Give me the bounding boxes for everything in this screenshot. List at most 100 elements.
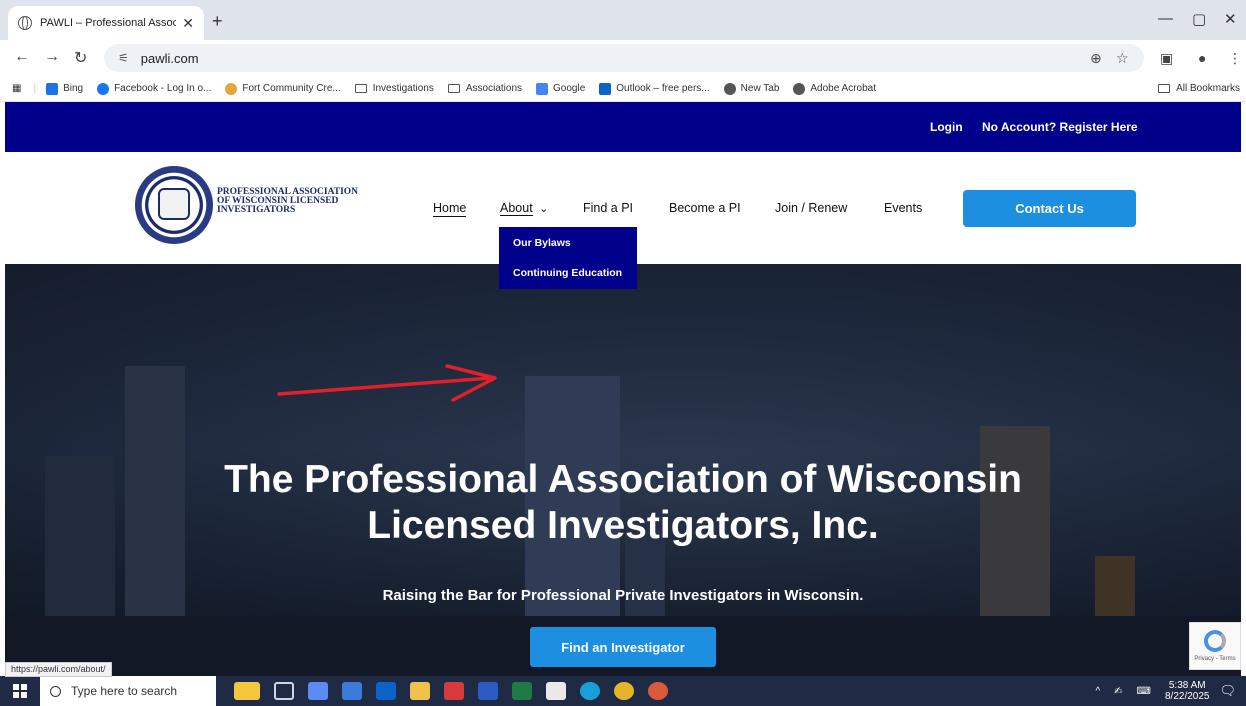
windows-start-icon[interactable]: [13, 684, 27, 698]
site-top-bar: Login No Account? Register Here: [5, 102, 1241, 152]
nav-join-renew[interactable]: Join / Renew: [775, 201, 847, 215]
search-icon: [50, 685, 61, 697]
outlook-taskbar-icon[interactable]: [376, 682, 396, 700]
bookmark-item[interactable]: New Tab: [723, 82, 780, 95]
bookmark-label: Fort Community Cre...: [242, 83, 341, 94]
word-icon[interactable]: [478, 682, 498, 700]
hero-title: The Professional Association of Wisconsi…: [5, 457, 1241, 549]
red-annotation-arrow-icon: [277, 364, 497, 402]
bookmark-item[interactable]: Facebook - Log In o...: [97, 82, 211, 95]
browser-tab[interactable]: PAWLI – Professional Associatio ✕: [8, 6, 204, 40]
recaptcha-terms[interactable]: Privacy - Terms: [1194, 656, 1235, 662]
bookmark-item[interactable]: Outlook – free pers...: [599, 82, 710, 95]
globe-icon: [793, 82, 806, 95]
site-info-icon[interactable]: ⚟: [118, 51, 129, 65]
taskbar-search-placeholder: Type here to search: [71, 684, 178, 698]
taskbar-clock[interactable]: 5:38 AM 8/22/2025: [1165, 680, 1210, 702]
nav-home[interactable]: Home: [433, 201, 467, 217]
browser-toolbar: ← → ↻ ⚟ pawli.com ⊕ ☆ ▣ ● ⋮: [0, 40, 1246, 76]
chrome-icon[interactable]: [614, 682, 634, 700]
reload-icon[interactable]: ↻: [74, 48, 87, 68]
nav-find-pi[interactable]: Find a PI: [583, 201, 633, 215]
bookmark-item[interactable]: Bing: [46, 82, 84, 95]
bookmark-item[interactable]: Adobe Acrobat: [793, 82, 876, 95]
zoom-icon[interactable]: ⊕: [1090, 50, 1102, 67]
hero-subtitle: Raising the Bar for Professional Private…: [382, 587, 864, 604]
forward-icon[interactable]: →: [44, 48, 60, 66]
tray-chevron-up-icon[interactable]: ^: [1095, 686, 1100, 697]
status-bar-url: https://pawli.com/about/: [5, 662, 112, 677]
back-icon[interactable]: ←: [14, 48, 30, 66]
chrome-profile-icon[interactable]: [648, 682, 668, 700]
org-name[interactable]: PROFESSIONAL ASSOCIATION OF WISCONSIN LI…: [217, 187, 358, 215]
red-app-icon[interactable]: [444, 682, 464, 700]
menu-kebab-icon[interactable]: ⋮: [1228, 50, 1242, 67]
folder-icon: [1158, 84, 1171, 93]
find-investigator-button[interactable]: Find an Investigator: [530, 627, 716, 667]
dropdown-item-bylaws[interactable]: Our Bylaws: [513, 237, 571, 249]
dropdown-item-continuing-education[interactable]: Continuing Education: [513, 267, 622, 279]
keyboard-icon[interactable]: ⌨: [1137, 686, 1151, 697]
bookmark-label: Bing: [63, 83, 84, 94]
login-link[interactable]: Login: [930, 120, 963, 134]
profile-avatar[interactable]: ●: [1198, 50, 1206, 66]
globe-icon: [723, 82, 736, 95]
bookmark-list: Bing Facebook - Log In o... Fort Community…: [46, 82, 890, 95]
bookmark-item[interactable]: Investigations: [354, 83, 434, 94]
pawli-seal-logo[interactable]: [135, 166, 213, 244]
acrobat-icon[interactable]: [546, 682, 566, 700]
task-view-icon[interactable]: [274, 682, 294, 700]
clock-time: 5:38 AM: [1168, 680, 1206, 691]
hero-title-line: The Professional Association of Wisconsi…: [224, 458, 1022, 501]
copilot-app-icon[interactable]: [308, 682, 328, 700]
address-bar[interactable]: ⚟ pawli.com: [104, 44, 1144, 72]
contact-us-button[interactable]: Contact Us: [963, 190, 1136, 227]
chevron-down-icon: ⌄: [539, 203, 549, 215]
bookmark-item[interactable]: Fort Community Cre...: [225, 82, 341, 95]
url-text: pawli.com: [140, 50, 199, 66]
bookmark-separator: |: [33, 83, 37, 94]
bookmark-item[interactable]: Associations: [447, 83, 523, 94]
hero-title-line: Licensed Investigators, Inc.: [367, 504, 879, 547]
hero-section: The Professional Association of Wisconsi…: [5, 264, 1241, 676]
all-bookmarks[interactable]: All Bookmarks: [1158, 83, 1240, 94]
register-link[interactable]: No Account? Register Here: [982, 120, 1138, 134]
bookmark-label: New Tab: [740, 83, 780, 94]
system-tray: ^ ✍ ⌨ 5:38 AM 8/22/2025 🗨: [1095, 676, 1246, 706]
file-explorer-icon[interactable]: [410, 682, 430, 700]
browser-tab-strip: PAWLI – Professional Associatio ✕ + — ▢ …: [0, 0, 1246, 40]
tab-close-icon[interactable]: ✕: [182, 15, 194, 32]
bing-search-icon: [46, 82, 59, 95]
reading-list-icon[interactable]: ▣: [1160, 50, 1173, 67]
taskbar-search-box[interactable]: Type here to search: [40, 676, 216, 706]
bookmark-label: Associations: [465, 83, 523, 94]
pen-icon[interactable]: ✍: [1114, 686, 1122, 697]
fort-community-icon: [225, 82, 238, 95]
new-tab-button[interactable]: +: [212, 11, 223, 32]
nav-about[interactable]: About ⌄: [500, 201, 549, 216]
nav-events[interactable]: Events: [884, 201, 922, 215]
notification-icon[interactable]: 🗨: [1219, 683, 1236, 699]
windows-taskbar: Type here to search ^ ✍ ⌨ 5:38 AM 8/22/2…: [0, 676, 1246, 706]
bookmark-label: Google: [553, 83, 586, 94]
taskbar-app-icon[interactable]: [342, 682, 362, 700]
globe-icon: [18, 16, 32, 30]
about-dropdown-menu: Our Bylaws Continuing Education: [499, 227, 637, 289]
recaptcha-badge[interactable]: Privacy - Terms: [1189, 622, 1241, 670]
all-bookmarks-label: All Bookmarks: [1176, 83, 1240, 94]
nav-become-pi[interactable]: Become a PI: [669, 201, 741, 215]
minimize-icon[interactable]: —: [1158, 10, 1173, 27]
outlook-icon: [599, 82, 612, 95]
facebook-icon: [97, 82, 110, 95]
excel-icon[interactable]: [512, 682, 532, 700]
bookmark-item[interactable]: Google: [536, 82, 586, 95]
bookmark-star-icon[interactable]: ☆: [1116, 50, 1129, 67]
maximize-icon[interactable]: ▢: [1192, 10, 1206, 28]
edge-icon[interactable]: [580, 682, 600, 700]
recaptcha-icon: [1204, 630, 1226, 652]
folder-icon: [354, 84, 367, 93]
copilot-sparkle-icon[interactable]: [234, 682, 260, 700]
apps-grid-icon[interactable]: ▦: [12, 83, 21, 94]
bookmark-label: Investigations: [372, 83, 434, 94]
close-window-icon[interactable]: ✕: [1224, 10, 1237, 28]
